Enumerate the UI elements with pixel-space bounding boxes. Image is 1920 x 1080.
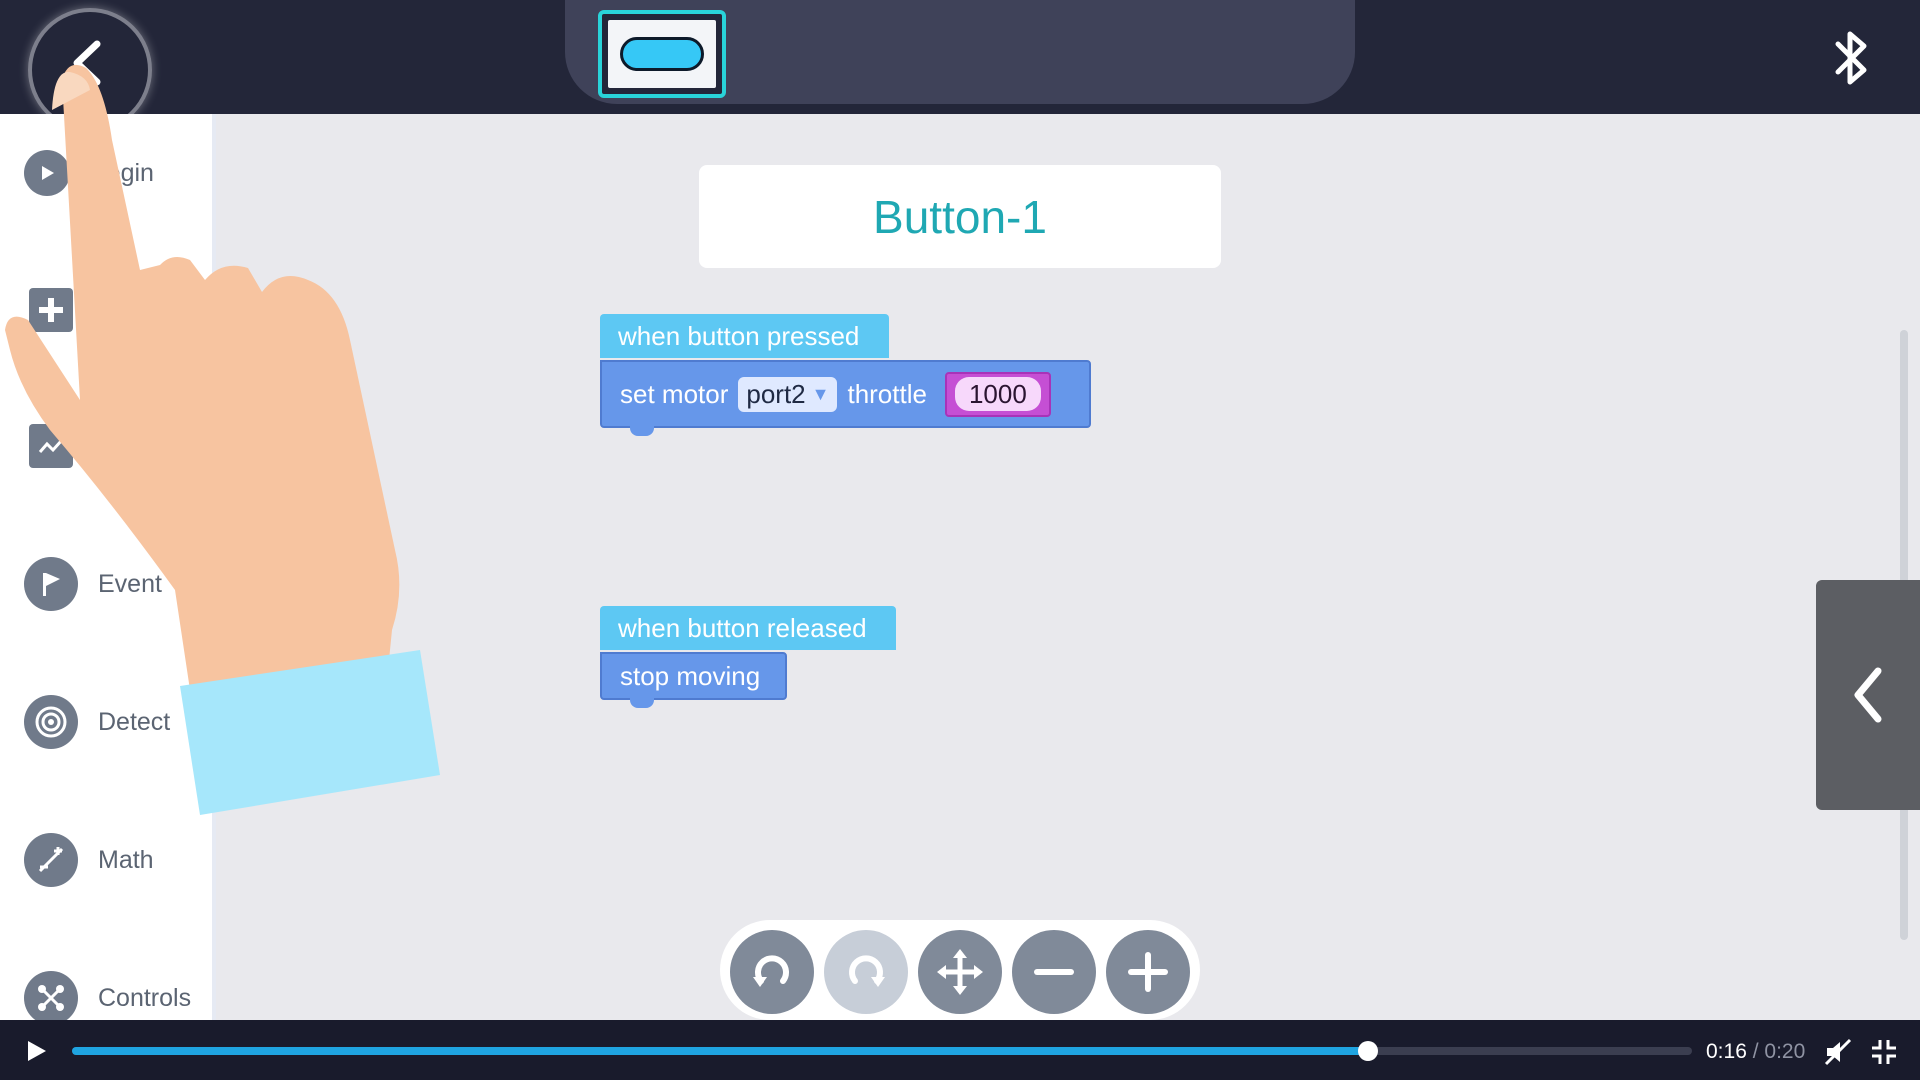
category-label: Detect [98,707,171,736]
math-icon [24,833,78,887]
radar-icon [24,695,78,749]
category-chart[interactable] [24,416,78,476]
top-bar [0,0,1920,132]
category-controls[interactable]: Controls [24,968,191,1028]
zoom-in-icon [1128,952,1168,992]
back-button[interactable] [22,8,152,118]
page-title: Button-1 [873,190,1047,243]
event-block-button-released[interactable]: when button released [600,606,896,650]
dropdown-arrow-icon: ▼ [811,383,830,404]
zoom-out-icon [1034,969,1074,975]
video-time: 0:16 / 0:20 [1706,1040,1805,1064]
dropdown-value: port2 [746,378,806,409]
set-motor-block[interactable]: set motor port2 ▼ throttle 1000 [600,360,1091,428]
category-event[interactable]: Event [24,554,162,614]
play-circle-icon [24,150,70,196]
port-dropdown[interactable]: port2 ▼ [738,376,838,412]
number-block[interactable]: 1000 [944,371,1051,417]
move-button[interactable] [918,930,1002,1014]
chevron-left-icon [73,40,101,86]
category-label: Begin [90,158,154,187]
chevron-left-icon [1854,667,1882,723]
chart-icon [29,424,73,468]
zoom-in-button[interactable] [1106,930,1190,1014]
video-progress-track[interactable] [72,1041,1692,1061]
category-label: Event [98,569,162,598]
category-math[interactable]: Math [24,830,154,890]
undo-icon [753,955,789,987]
play-icon[interactable] [24,1039,48,1063]
category-detect[interactable]: Detect [24,692,170,752]
block-connector [630,698,654,708]
event-block-button-pressed[interactable]: when button pressed [600,314,889,358]
controls-icon [24,971,78,1025]
time-separator: / [1752,1040,1759,1063]
block-connector [630,426,654,436]
exit-fullscreen-icon[interactable] [1870,1038,1898,1066]
category-gamepad[interactable] [24,280,78,340]
gamepad-icon [29,288,73,332]
widget-preview [608,20,716,88]
video-progress-handle[interactable] [1358,1041,1378,1061]
redo-icon [849,955,885,987]
category-sidebar: Begin Event Detect Math Controls [0,114,216,1025]
move-icon [937,949,983,995]
redo-button[interactable] [824,930,908,1014]
total-time: 0:20 [1764,1040,1806,1063]
category-begin[interactable]: Begin [24,143,154,203]
flag-icon [24,557,78,611]
selected-widget-thumbnail[interactable] [598,10,726,98]
number-value[interactable]: 1000 [954,376,1041,411]
stop-moving-block[interactable]: stop moving [600,652,787,700]
widget-title-card: Button-1 [699,165,1221,268]
button-widget-icon [620,37,704,71]
current-time: 0:16 [1706,1040,1747,1063]
video-progress-fill [72,1047,1368,1055]
block-label: when button pressed [618,320,860,351]
zoom-out-button[interactable] [1012,930,1096,1014]
expand-panel-button[interactable] [1816,580,1920,810]
block-label: stop moving [620,660,761,691]
mute-icon[interactable] [1824,1038,1852,1066]
block-label: set motor [620,378,729,409]
bluetooth-icon[interactable] [1830,28,1874,88]
category-label: Controls [98,983,192,1012]
category-label: Math [98,845,154,874]
block-label: throttle [847,378,927,409]
block-label: when button released [618,612,867,643]
undo-button[interactable] [730,930,814,1014]
